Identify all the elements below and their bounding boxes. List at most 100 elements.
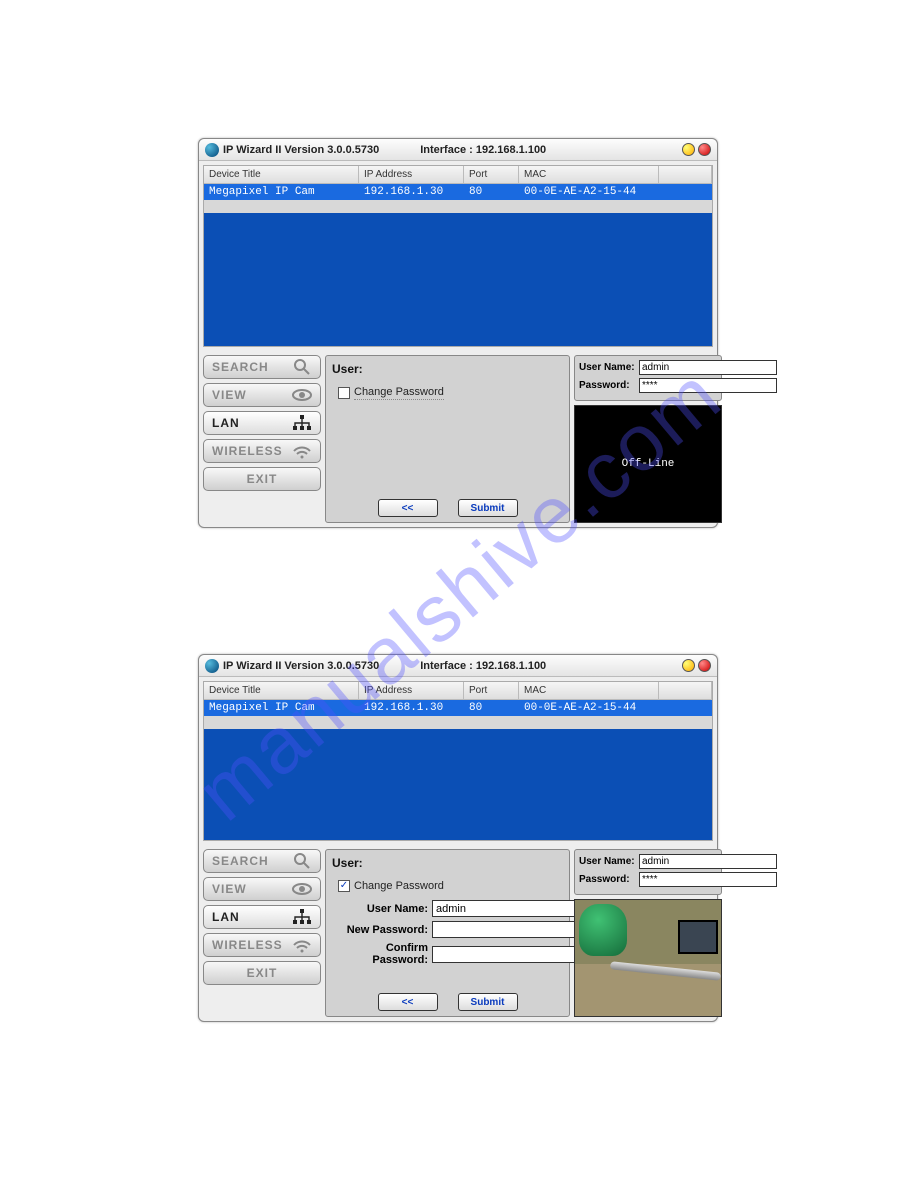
- col-ip-address[interactable]: IP Address: [359, 682, 464, 700]
- submit-button[interactable]: Submit: [458, 993, 518, 1011]
- back-button[interactable]: <<: [378, 499, 438, 517]
- view-button[interactable]: VIEW: [203, 383, 321, 407]
- back-button[interactable]: <<: [378, 993, 438, 1011]
- ip-wizard-window-2: IP Wizard II Version 3.0.0.5730 Interfac…: [198, 654, 718, 1022]
- search-label: SEARCH: [212, 854, 269, 868]
- interface-label: Interface : 192.168.1.100: [420, 660, 546, 672]
- cell-mac: 00-0E-AE-A2-15-44: [519, 184, 659, 200]
- change-password-checkbox-row[interactable]: ✓ Change Password: [338, 880, 563, 892]
- wireless-button[interactable]: WIRELESS: [203, 933, 321, 957]
- view-label: VIEW: [212, 882, 247, 896]
- user-panel-heading: User:: [332, 856, 563, 870]
- col-device-title[interactable]: Device Title: [204, 682, 359, 700]
- form-confirmpassword-label: Confirm Password:: [332, 942, 432, 966]
- cell-ip: 192.168.1.30: [359, 700, 464, 716]
- username-label: User Name:: [579, 362, 639, 373]
- lan-button[interactable]: LAN: [203, 411, 321, 435]
- password-label: Password:: [579, 380, 639, 391]
- username-label: User Name:: [579, 856, 639, 867]
- form-username-input[interactable]: [432, 900, 582, 917]
- exit-label: EXIT: [247, 966, 278, 980]
- col-ip-address[interactable]: IP Address: [359, 166, 464, 184]
- view-button[interactable]: VIEW: [203, 877, 321, 901]
- wireless-button[interactable]: WIRELESS: [203, 439, 321, 463]
- device-list-header: Device Title IP Address Port MAC: [204, 166, 712, 184]
- interface-label: Interface : 192.168.1.100: [420, 144, 546, 156]
- camera-preview-live: [574, 899, 722, 1017]
- device-row-empty[interactable]: [204, 200, 712, 213]
- lan-button[interactable]: LAN: [203, 905, 321, 929]
- user-panel-heading: User:: [332, 362, 563, 376]
- device-list-header: Device Title IP Address Port MAC: [204, 682, 712, 700]
- user-panel: User: Change Password << Submit: [325, 355, 570, 523]
- col-spacer: [659, 166, 712, 184]
- password-input[interactable]: [639, 378, 777, 393]
- app-title: IP Wizard II Version 3.0.0.5730: [223, 144, 379, 156]
- change-password-checkbox[interactable]: [338, 387, 350, 399]
- cell-device-title: Megapixel IP Cam: [204, 184, 359, 200]
- device-list: Device Title IP Address Port MAC Megapix…: [203, 165, 713, 347]
- wifi-icon: [292, 443, 312, 459]
- col-port[interactable]: Port: [464, 682, 519, 700]
- col-device-title[interactable]: Device Title: [204, 166, 359, 184]
- wifi-icon: [292, 937, 312, 953]
- col-port[interactable]: Port: [464, 166, 519, 184]
- wireless-label: WIRELESS: [212, 938, 283, 952]
- exit-label: EXIT: [247, 472, 278, 486]
- username-input[interactable]: [639, 360, 777, 375]
- credentials-box: User Name: Password:: [574, 355, 722, 401]
- title-bar: IP Wizard II Version 3.0.0.5730 Interfac…: [199, 139, 717, 161]
- col-mac[interactable]: MAC: [519, 166, 659, 184]
- lan-label: LAN: [212, 416, 240, 430]
- search-button[interactable]: SEARCH: [203, 849, 321, 873]
- camera-preview-offline: Off-Line: [574, 405, 722, 523]
- exit-button[interactable]: EXIT: [203, 467, 321, 491]
- sidebar: SEARCH VIEW LAN WIRELESS: [203, 849, 321, 1017]
- password-input[interactable]: [639, 872, 777, 887]
- col-mac[interactable]: MAC: [519, 682, 659, 700]
- close-button[interactable]: [698, 659, 711, 672]
- sidebar: SEARCH VIEW LAN WIRELESS: [203, 355, 321, 523]
- magnifier-icon: [292, 852, 312, 870]
- user-panel: User: ✓ Change Password User Name: New P…: [325, 849, 570, 1017]
- cell-port: 80: [464, 700, 519, 716]
- password-label: Password:: [579, 874, 639, 885]
- search-label: SEARCH: [212, 360, 269, 374]
- exit-button[interactable]: EXIT: [203, 961, 321, 985]
- cell-ip: 192.168.1.30: [359, 184, 464, 200]
- username-input[interactable]: [639, 854, 777, 869]
- minimize-button[interactable]: [682, 659, 695, 672]
- app-title: IP Wizard II Version 3.0.0.5730: [223, 660, 379, 672]
- search-button[interactable]: SEARCH: [203, 355, 321, 379]
- wireless-label: WIRELESS: [212, 444, 283, 458]
- close-button[interactable]: [698, 143, 711, 156]
- form-newpassword-input[interactable]: [432, 921, 582, 938]
- cell-device-title: Megapixel IP Cam: [204, 700, 359, 716]
- device-row-empty[interactable]: [204, 716, 712, 729]
- change-password-label: Change Password: [354, 386, 444, 400]
- change-password-label: Change Password: [354, 880, 444, 892]
- device-row[interactable]: Megapixel IP Cam 192.168.1.30 80 00-0E-A…: [204, 184, 712, 200]
- change-password-checkbox-row[interactable]: Change Password: [338, 386, 563, 400]
- app-icon: [205, 143, 219, 157]
- lan-label: LAN: [212, 910, 240, 924]
- submit-button[interactable]: Submit: [458, 499, 518, 517]
- minimize-button[interactable]: [682, 143, 695, 156]
- cell-port: 80: [464, 184, 519, 200]
- network-icon: [292, 415, 312, 431]
- network-icon: [292, 909, 312, 925]
- cell-mac: 00-0E-AE-A2-15-44: [519, 700, 659, 716]
- offline-text: Off-Line: [622, 458, 675, 470]
- view-label: VIEW: [212, 388, 247, 402]
- form-confirmpassword-input[interactable]: [432, 946, 582, 963]
- ip-wizard-window-1: IP Wizard II Version 3.0.0.5730 Interfac…: [198, 138, 718, 528]
- eye-icon: [292, 388, 312, 402]
- title-bar: IP Wizard II Version 3.0.0.5730 Interfac…: [199, 655, 717, 677]
- credentials-box: User Name: Password:: [574, 849, 722, 895]
- change-password-checkbox-checked[interactable]: ✓: [338, 880, 350, 892]
- device-row[interactable]: Megapixel IP Cam 192.168.1.30 80 00-0E-A…: [204, 700, 712, 716]
- device-list: Device Title IP Address Port MAC Megapix…: [203, 681, 713, 841]
- preview-rod: [610, 961, 721, 981]
- col-spacer: [659, 682, 712, 700]
- form-username-label: User Name:: [332, 903, 432, 915]
